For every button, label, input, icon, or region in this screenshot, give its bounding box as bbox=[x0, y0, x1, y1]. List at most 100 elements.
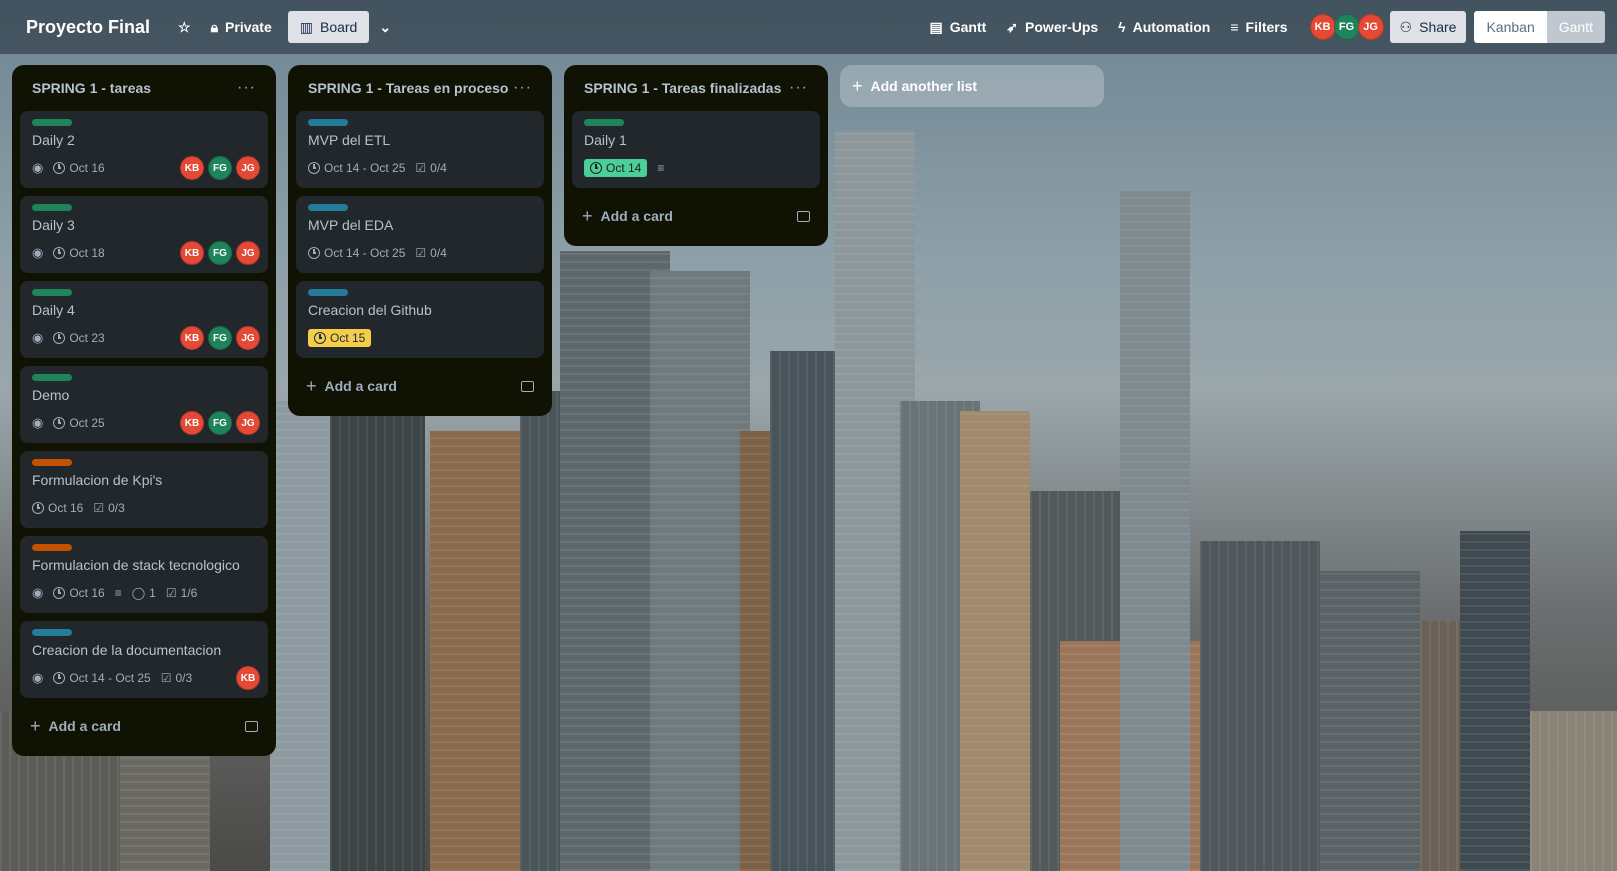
card-title: Daily 2 bbox=[32, 132, 75, 148]
card-label[interactable] bbox=[32, 119, 72, 126]
card[interactable]: Daily 4 ◉ Oct 23 KB FG JG bbox=[20, 281, 268, 358]
card[interactable]: Demo ◉ Oct 25 KB FG JG bbox=[20, 366, 268, 443]
card-template-icon[interactable] bbox=[521, 380, 534, 392]
avatar[interactable]: KB bbox=[180, 156, 204, 180]
card-label[interactable] bbox=[32, 629, 72, 636]
watch-badge: ◉ bbox=[32, 160, 43, 176]
due-date-badge[interactable]: Oct 16 bbox=[53, 586, 105, 600]
due-date: Oct 14 - Oct 25 bbox=[324, 246, 406, 260]
card-badges: Oct 14 ≡ bbox=[584, 156, 808, 180]
avatar[interactable]: FG bbox=[208, 411, 232, 435]
list-menu-icon[interactable]: ··· bbox=[789, 79, 808, 97]
gantt-toggle[interactable]: Gantt bbox=[1546, 11, 1605, 43]
avatar[interactable]: KB bbox=[1309, 14, 1336, 40]
due-date-badge[interactable]: Oct 14 bbox=[584, 159, 648, 177]
list-title[interactable]: SPRING 1 - Tareas en proceso bbox=[308, 80, 508, 96]
add-card-button[interactable]: + Add a card bbox=[306, 376, 397, 397]
due-date-badge[interactable]: Oct 14 - Oct 25 bbox=[308, 161, 405, 175]
board-view-button[interactable]: ▥ Board bbox=[287, 11, 370, 43]
avatar[interactable]: JG bbox=[236, 326, 260, 350]
card[interactable]: Creacion de la documentacion ◉ Oct 14 - … bbox=[20, 621, 268, 698]
list-menu-icon[interactable]: ··· bbox=[513, 79, 532, 97]
card-label[interactable] bbox=[32, 544, 72, 551]
avatar[interactable]: JG bbox=[236, 156, 260, 180]
card-title: Demo bbox=[32, 387, 70, 403]
watch-badge: ◉ bbox=[32, 670, 43, 686]
due-date-badge[interactable]: Oct 18 bbox=[53, 246, 105, 260]
list-title[interactable]: SPRING 1 - Tareas finalizadas bbox=[584, 80, 781, 96]
gantt-powerup-button[interactable]: ▤ Gantt bbox=[920, 11, 997, 43]
powerups-button[interactable]: ➶ Power-Ups bbox=[996, 11, 1108, 43]
card-label[interactable] bbox=[584, 119, 624, 126]
card[interactable]: MVP del EDA Oct 14 - Oct 25 ☑ 0/4 bbox=[296, 196, 544, 273]
card-badges: ◉ Oct 16 ≡ ◯ 1 ☑ 1/6 bbox=[32, 581, 256, 605]
card[interactable]: Daily 2 ◉ Oct 16 KB FG JG bbox=[20, 111, 268, 188]
due-date-badge[interactable]: Oct 14 - Oct 25 bbox=[308, 246, 405, 260]
avatar[interactable]: JG bbox=[236, 241, 260, 265]
avatar[interactable]: FG bbox=[208, 156, 232, 180]
add-card-label: Add a card bbox=[600, 208, 673, 224]
card-label[interactable] bbox=[308, 289, 348, 296]
avatar[interactable]: FG bbox=[1333, 14, 1360, 40]
add-list-label: Add another list bbox=[870, 78, 978, 94]
avatar[interactable]: KB bbox=[180, 411, 204, 435]
avatar[interactable]: FG bbox=[208, 326, 232, 350]
automation-button[interactable]: ϟ Automation bbox=[1108, 11, 1220, 43]
due-date-badge[interactable]: Oct 16 bbox=[53, 161, 105, 175]
list-menu-icon[interactable]: ··· bbox=[237, 79, 256, 97]
checklist-badge: ☑ 1/6 bbox=[166, 586, 197, 600]
add-card-button[interactable]: + Add a card bbox=[582, 206, 673, 227]
eye-icon: ◉ bbox=[32, 415, 44, 430]
card-template-icon[interactable] bbox=[797, 210, 810, 222]
comment-icon: ◯ bbox=[131, 586, 146, 600]
powerups-label: Power-Ups bbox=[1025, 19, 1099, 35]
card-label[interactable] bbox=[32, 204, 72, 211]
due-date-badge[interactable]: Oct 15 bbox=[308, 329, 372, 347]
avatar[interactable]: KB bbox=[180, 326, 204, 350]
board-title[interactable]: Proyecto Final bbox=[26, 17, 150, 38]
avatar[interactable]: KB bbox=[180, 241, 204, 265]
filters-button[interactable]: ≡ Filters bbox=[1220, 11, 1297, 43]
kanban-toggle[interactable]: Kanban bbox=[1474, 11, 1547, 43]
list-title[interactable]: SPRING 1 - tareas bbox=[32, 80, 151, 96]
share-button[interactable]: ⚇ Share bbox=[1389, 11, 1467, 43]
avatar[interactable]: KB bbox=[236, 666, 260, 690]
visibility-button[interactable]: 🔒︎ Private bbox=[201, 11, 282, 43]
due-date-badge[interactable]: Oct 16 bbox=[32, 501, 83, 515]
star-button[interactable]: ☆ bbox=[168, 11, 201, 43]
card-label[interactable] bbox=[308, 119, 348, 126]
due-date-badge[interactable]: Oct 25 bbox=[53, 416, 105, 430]
card[interactable]: Daily 1 Oct 14 ≡ bbox=[572, 111, 820, 188]
card-members: KB bbox=[236, 666, 260, 690]
list-spring1-tareas: SPRING 1 - tareas ··· Daily 2 ◉ Oct 16 K… bbox=[12, 65, 276, 756]
card-badges: Oct 14 - Oct 25 ☑ 0/4 bbox=[308, 241, 532, 265]
comments-badge: ◯ 1 bbox=[132, 586, 156, 600]
filters-label: Filters bbox=[1245, 19, 1288, 35]
card[interactable]: MVP del ETL Oct 14 - Oct 25 ☑ 0/4 bbox=[296, 111, 544, 188]
add-card-button[interactable]: + Add a card bbox=[30, 716, 121, 737]
eye-icon: ◉ bbox=[32, 245, 44, 260]
card[interactable]: Formulacion de Kpi's Oct 16 ☑ 0/3 bbox=[20, 451, 268, 528]
avatar[interactable]: FG bbox=[208, 241, 232, 265]
card-label[interactable] bbox=[32, 289, 72, 296]
avatar[interactable]: JG bbox=[1357, 14, 1384, 40]
add-card-label: Add a card bbox=[324, 378, 397, 394]
due-date-badge[interactable]: Oct 14 - Oct 25 bbox=[53, 671, 151, 685]
card[interactable]: Daily 3 ◉ Oct 18 KB FG JG bbox=[20, 196, 268, 273]
watch-badge: ◉ bbox=[32, 245, 43, 261]
card-label[interactable] bbox=[308, 204, 348, 211]
card[interactable]: Creacion del Github Oct 15 bbox=[296, 281, 544, 358]
card-label[interactable] bbox=[32, 374, 72, 381]
due-date: Oct 16 bbox=[48, 501, 84, 515]
share-label: Share bbox=[1419, 19, 1457, 35]
board-icon: ▥ bbox=[299, 19, 313, 35]
card-template-icon[interactable] bbox=[245, 720, 258, 732]
view-switcher-button[interactable]: ⌄ bbox=[369, 11, 401, 43]
plus-icon: + bbox=[306, 375, 317, 396]
add-list-button[interactable]: + Add another list bbox=[840, 65, 1104, 107]
avatar[interactable]: JG bbox=[236, 411, 260, 435]
due-date-badge[interactable]: Oct 23 bbox=[53, 331, 105, 345]
card[interactable]: Formulacion de stack tecnologico ◉ Oct 1… bbox=[20, 536, 268, 613]
card-title: Formulacion de stack tecnologico bbox=[32, 557, 240, 573]
card-label[interactable] bbox=[32, 459, 72, 466]
